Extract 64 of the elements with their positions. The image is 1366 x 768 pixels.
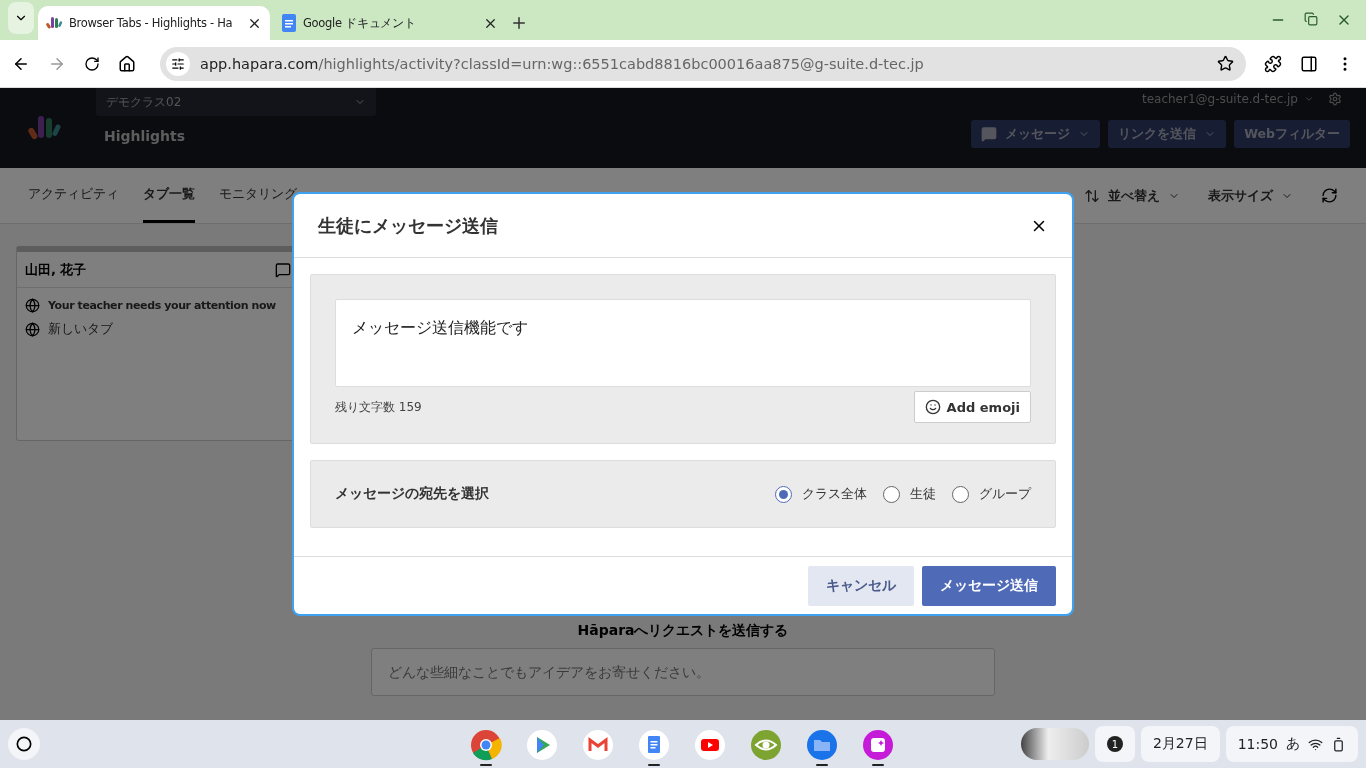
- globe-icon: [25, 322, 40, 337]
- home-icon[interactable]: [118, 54, 136, 73]
- student-tab-title[interactable]: 新しいタブ: [48, 321, 113, 338]
- send-button[interactable]: メッセージ送信: [922, 565, 1056, 606]
- feedback-title: Hāparaへリクエストを送信する: [577, 622, 789, 640]
- feedback-field[interactable]: どんな些細なことでもアイデアをお寄せください。: [371, 648, 995, 696]
- student-tab-title[interactable]: Your teacher needs your attention now: [48, 299, 276, 312]
- notification-button[interactable]: 1: [1094, 726, 1135, 762]
- add-emoji-button[interactable]: Add emoji: [913, 391, 1031, 423]
- clock: 11:50: [1237, 736, 1278, 752]
- bookmark-star-icon[interactable]: [1217, 55, 1234, 72]
- circle-icon: [16, 736, 32, 752]
- status-tray[interactable]: 11:50 あ: [1225, 726, 1358, 762]
- toolbar-button[interactable]: 表示サイズ: [1208, 186, 1293, 205]
- app-icon[interactable]: [750, 728, 782, 761]
- refresh-icon[interactable]: [1321, 187, 1338, 204]
- radio-label[interactable]: クラス全体: [802, 485, 867, 503]
- battery-icon: [1331, 736, 1346, 752]
- nav-tab[interactable]: タブ一覧: [143, 168, 195, 223]
- url-host: app.hapara.com: [200, 55, 319, 72]
- app-icon[interactable]: [470, 728, 502, 761]
- sort-icon: [1084, 187, 1100, 204]
- document-icon: [282, 14, 296, 32]
- recipient-label: メッセージの宛先を選択: [335, 485, 489, 503]
- browser-tab[interactable]: Google ドキュメント: [274, 6, 506, 40]
- app-icon[interactable]: [806, 728, 838, 761]
- app-icon[interactable]: [694, 728, 726, 761]
- nav-tab[interactable]: アクティビティ: [28, 168, 119, 223]
- browser-tab[interactable]: Browser Tabs - Highlights - Ha: [38, 6, 270, 40]
- url-path: /highlights/activity?classId=urn:wg::6551cabd8816bc00016aa875@g-suite.d-tec.jp: [318, 55, 925, 72]
- product-title: Highlights: [104, 128, 187, 144]
- smiley-icon: [924, 399, 941, 415]
- message-icon: [981, 126, 998, 142]
- reload-icon[interactable]: [84, 55, 100, 72]
- remaining-count: 残り文字数 159: [335, 398, 422, 416]
- ime-indicator: あ: [1286, 735, 1300, 753]
- site-settings-icon[interactable]: [166, 51, 190, 76]
- radio-button[interactable]: [952, 485, 969, 503]
- side-panel-icon[interactable]: [1300, 54, 1318, 73]
- radio-button[interactable]: [775, 485, 792, 503]
- date-button[interactable]: 2月27日: [1140, 726, 1220, 762]
- extensions-icon[interactable]: [1264, 54, 1282, 73]
- message-field[interactable]: メッセージ送信機能です: [335, 299, 1031, 387]
- launcher-button[interactable]: [8, 728, 40, 760]
- wifi-icon: [1308, 736, 1323, 752]
- message-icon[interactable]: [275, 261, 291, 278]
- restore-icon[interactable]: [1304, 12, 1318, 26]
- nav-tab[interactable]: モニタリング: [219, 168, 297, 223]
- student-name: 山田, 花子: [25, 260, 87, 279]
- dialog-title: 生徒にメッセージ送信: [318, 213, 498, 238]
- radio-label[interactable]: グループ: [979, 485, 1031, 503]
- app-icon[interactable]: [582, 728, 614, 761]
- new-tab-button[interactable]: [510, 14, 528, 32]
- cancel-button[interactable]: キャンセル: [808, 565, 914, 606]
- radio-button[interactable]: [883, 485, 900, 503]
- hand-logo-icon: [46, 16, 62, 30]
- window-thumbnail[interactable]: [1020, 728, 1089, 760]
- radio-label[interactable]: 生徒: [910, 485, 936, 503]
- app-icon[interactable]: [862, 728, 894, 761]
- address-bar[interactable]: app.hapara.com/highlights/activity?classId=urn:wg::6551cabd8816bc00016aa875@g-suite.d-tec.jp: [160, 46, 1246, 81]
- toolbar-button[interactable]: 並べ替え: [1084, 186, 1180, 205]
- app-icon[interactable]: [638, 728, 670, 761]
- app-icon[interactable]: [526, 728, 558, 761]
- globe-icon: [25, 298, 40, 313]
